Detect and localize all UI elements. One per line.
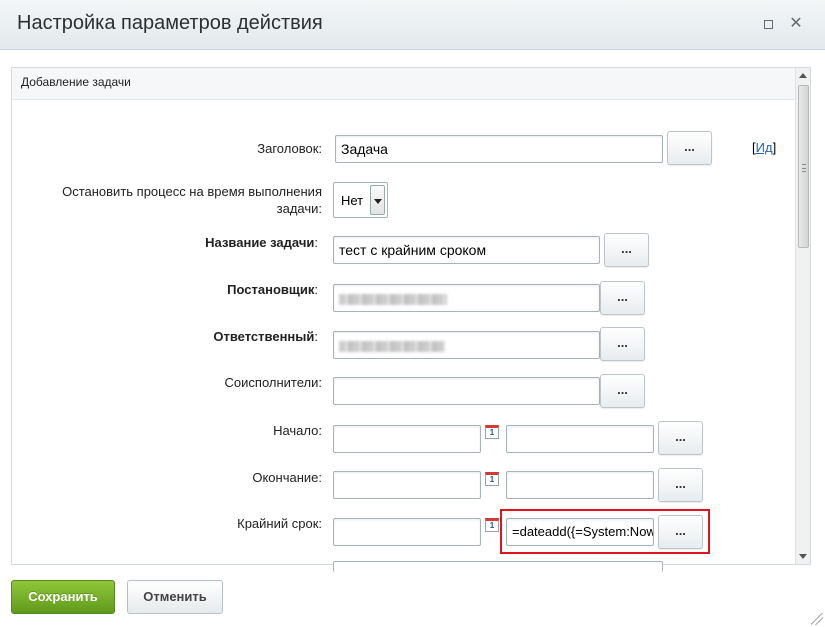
ident-bracket-close: ] xyxy=(772,140,777,155)
end-insert-button[interactable]: ... xyxy=(658,468,703,502)
deadline-date-input[interactable] xyxy=(333,518,481,546)
ident-link[interactable]: Ид xyxy=(756,140,773,155)
responsible-colon: : xyxy=(314,329,318,344)
calendar-icon[interactable]: 1 xyxy=(485,425,499,439)
dialog-title: Настройка параметров действия xyxy=(17,12,323,34)
scroll-up-icon[interactable] xyxy=(799,73,807,78)
calendar-icon[interactable]: 1 xyxy=(485,518,499,532)
responsible-redacted-value xyxy=(339,340,445,352)
stop-process-select[interactable]: Нет xyxy=(333,182,388,218)
stop-process-value: Нет xyxy=(341,193,364,208)
creator-insert-button[interactable]: ... xyxy=(600,281,645,315)
dialog-titlebar[interactable]: Настройка параметров действия ✕ xyxy=(0,0,825,50)
task-name-colon: : xyxy=(314,235,318,250)
start-label: Начало: xyxy=(273,423,322,438)
grip-icon xyxy=(802,164,806,172)
title-insert-button[interactable]: ... xyxy=(667,131,712,165)
creator-label-text: Постановщик xyxy=(227,282,315,297)
start-insert-button[interactable]: ... xyxy=(658,421,703,455)
title-input[interactable]: Задача xyxy=(335,135,663,163)
creator-label: Постановщик: xyxy=(150,281,318,298)
start-formula-input[interactable] xyxy=(506,425,654,453)
cancel-button[interactable]: Отменить xyxy=(127,580,223,614)
end-date-input[interactable] xyxy=(333,471,481,499)
scroll-down-icon[interactable] xyxy=(799,554,807,559)
chevron-down-icon[interactable] xyxy=(370,185,385,215)
vertical-scrollbar[interactable] xyxy=(795,68,810,564)
coexecutors-label: Соисполнители: xyxy=(224,375,322,390)
stop-process-label: Остановить процесс на время выполнения з… xyxy=(62,184,322,216)
task-name-insert-button[interactable]: ... xyxy=(604,233,649,267)
responsible-insert-button[interactable]: ... xyxy=(600,327,645,361)
ident-link-wrap: [Ид] xyxy=(752,140,776,155)
responsible-label-text: Ответственный xyxy=(213,329,315,344)
close-icon[interactable]: ✕ xyxy=(788,16,804,32)
action-settings-dialog: Настройка параметров действия ✕ Добавлен… xyxy=(0,0,825,627)
scrollbar-thumb[interactable] xyxy=(798,85,809,248)
responsible-input[interactable] xyxy=(333,331,600,359)
start-date-input[interactable] xyxy=(333,425,481,453)
creator-redacted-value xyxy=(339,293,447,305)
creator-colon: : xyxy=(314,282,318,297)
title-label: Заголовок: xyxy=(257,141,322,156)
coexecutors-insert-button[interactable]: ... xyxy=(600,374,645,408)
end-formula-input[interactable] xyxy=(506,471,654,499)
calendar-icon[interactable]: 1 xyxy=(485,472,499,486)
task-name-input[interactable]: тест с крайним сроком xyxy=(333,236,600,264)
section-title: Добавление задачи xyxy=(21,75,131,89)
save-button[interactable]: Сохранить xyxy=(11,580,115,614)
creator-input[interactable] xyxy=(333,284,600,312)
task-name-label: Название задачи: xyxy=(150,234,318,251)
coexecutors-input[interactable] xyxy=(333,377,600,405)
end-label: Окончание: xyxy=(252,470,322,485)
deadline-label: Крайний срок: xyxy=(237,516,322,531)
responsible-label: Ответственный: xyxy=(150,328,318,345)
deadline-highlight-box xyxy=(500,509,710,554)
next-row-input[interactable] xyxy=(333,561,663,572)
section-header: Добавление задачи xyxy=(12,68,796,100)
maximize-icon[interactable] xyxy=(760,16,776,32)
resize-handle-icon[interactable] xyxy=(811,613,823,625)
task-name-label-text: Название задачи xyxy=(205,235,315,250)
